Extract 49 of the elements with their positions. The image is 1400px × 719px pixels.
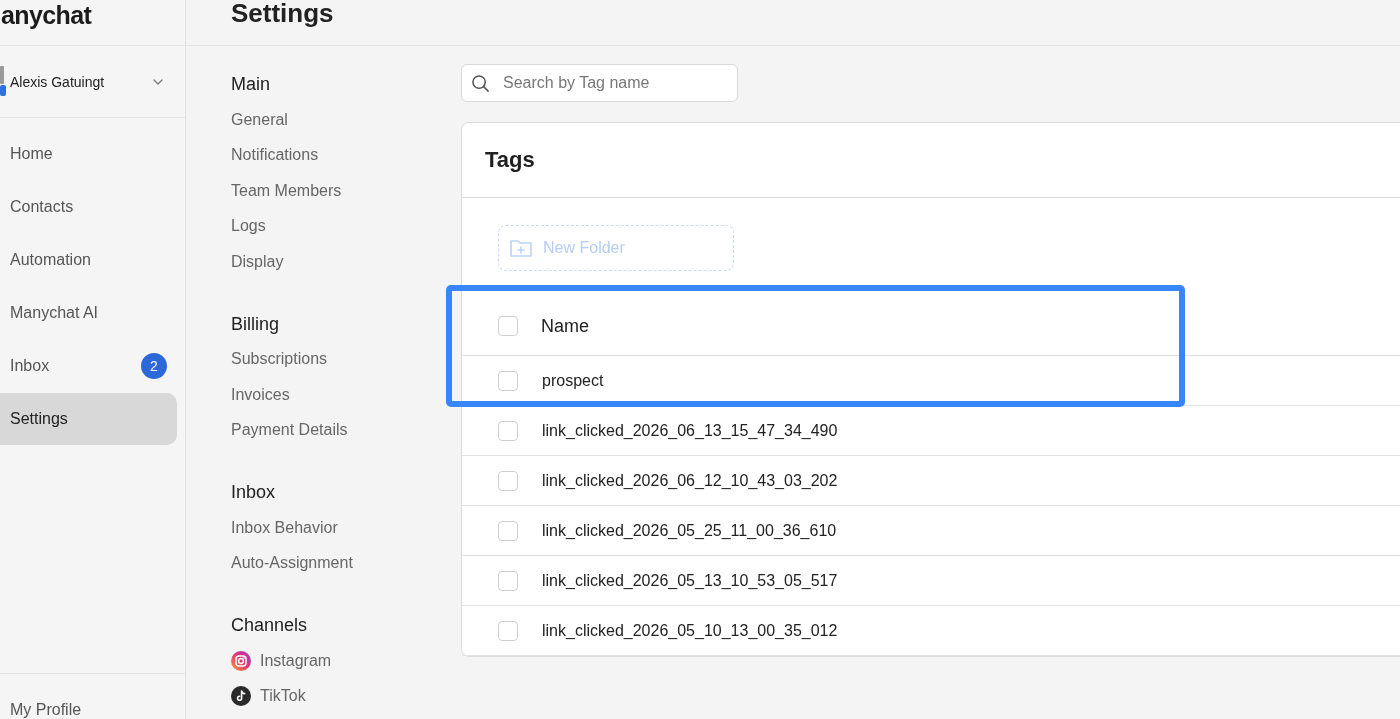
settings-link[interactable]: General [231,102,461,138]
section-heading: Inbox [231,481,277,504]
nav-item[interactable]: Automation [0,234,177,286]
avatar-icon [0,65,6,98]
camera-icon [231,650,251,671]
profile-link[interactable]: My Profile [10,701,82,718]
nav-item[interactable]: Manychat AI [0,287,177,339]
settings-link[interactable]: Notifications [231,137,461,173]
table-cell: link_clicked_2026_05_13_10_53_05_517 [542,571,838,590]
panel-title: Tags [485,147,535,173]
nav-item[interactable]: Home [0,128,177,180]
account-name[interactable]: Alexis Gatuingt [10,73,105,90]
settings-link[interactable]: Invoices [231,377,461,413]
checkbox[interactable] [498,420,518,441]
settings-link[interactable]: Logs [231,208,461,244]
section-heading: Main [231,73,271,96]
settings-link[interactable]: Auto-Assignment [231,545,461,581]
checkbox[interactable] [498,470,518,491]
music-note-icon [231,686,251,707]
checkbox[interactable] [498,620,518,641]
settings-link[interactable]: Instagram [231,643,461,679]
column-header[interactable]: Name [541,315,589,337]
settings-link[interactable]: Subscriptions [231,341,461,377]
folder-plus-icon [510,239,532,257]
search-field[interactable]: Search by Tag name [461,64,738,102]
count-badge: 2 [141,353,167,379]
table-cell: link_clicked_2026_06_13_15_47_34_490 [542,421,838,440]
table-cell: link_clicked_2026_05_10_13_00_35_012 [542,621,838,640]
chevron-down-icon[interactable] [153,78,163,85]
search-icon [471,74,490,93]
nav-item[interactable]: Inbox 2 [0,340,177,392]
settings-link[interactable]: Inbox Behavior [231,510,461,546]
page-title: Settings [231,0,335,28]
settings-link[interactable]: Display [231,244,461,280]
logo-text: anychat [1,1,92,29]
section-heading: Channels [231,614,309,637]
checkbox[interactable] [498,570,518,591]
checkbox[interactable] [498,316,518,336]
nav-item[interactable]: Contacts [0,181,177,233]
checkbox[interactable] [498,370,518,391]
nav-item[interactable]: Settings [0,393,177,445]
checkbox[interactable] [498,520,518,541]
table-cell: prospect [542,371,604,390]
table-cell: link_clicked_2026_06_12_10_43_03_202 [542,471,838,490]
settings-link[interactable]: Team Members [231,173,461,209]
settings-link[interactable]: Payment Details [231,412,461,448]
settings-link[interactable]: TikTok [231,678,461,714]
section-heading: Billing [231,312,281,336]
table-cell: link_clicked_2026_05_25_11_00_36_610 [542,521,837,540]
